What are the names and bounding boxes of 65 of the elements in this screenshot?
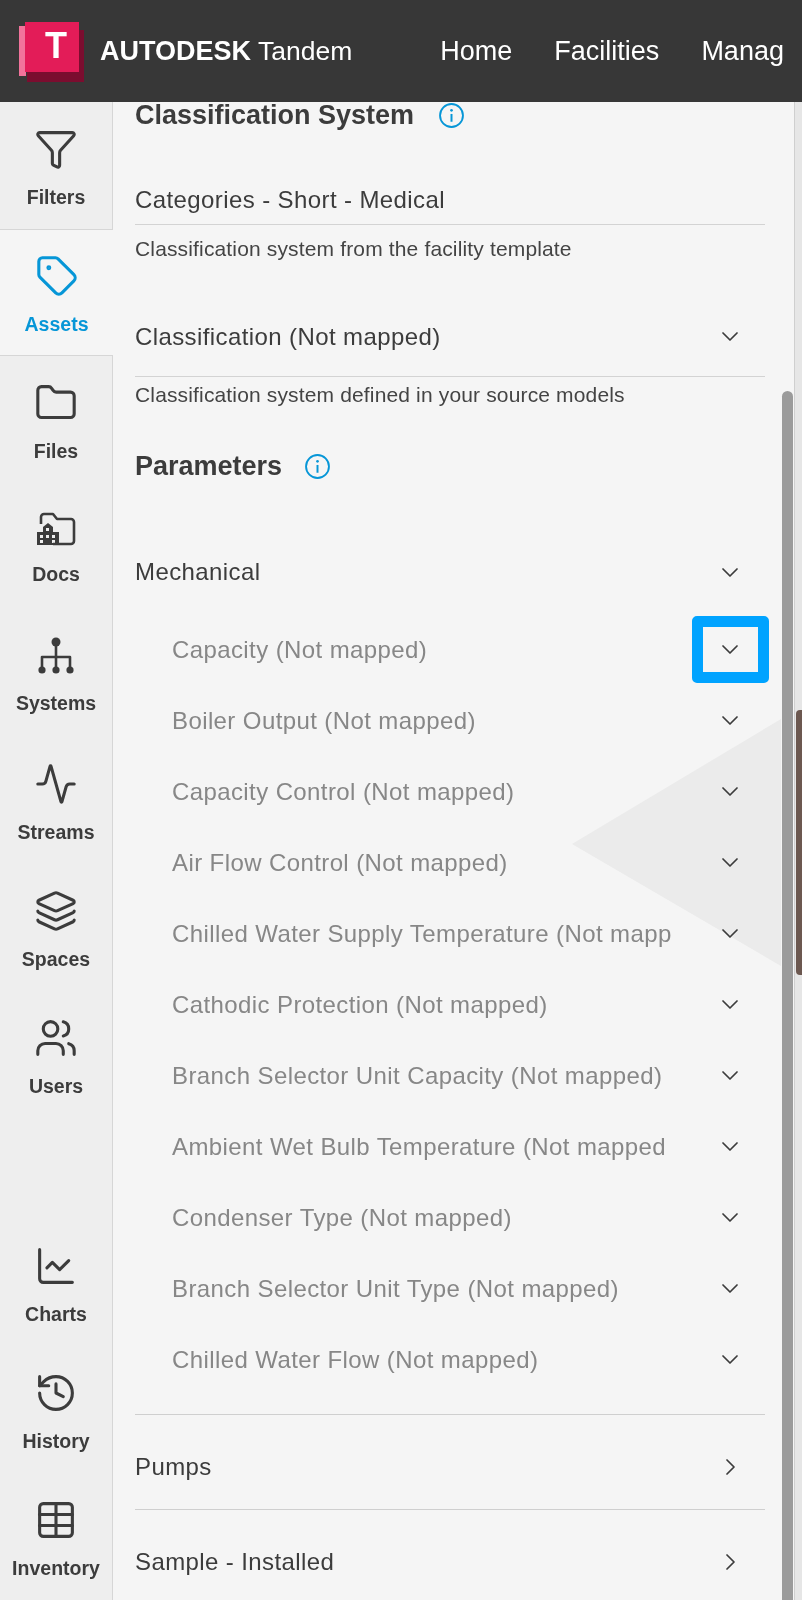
select-field[interactable]: Classification (Not mapped) [135,297,765,377]
field-hint: Classification system from the facility template [135,237,573,261]
scrollbar-thumb[interactable] [782,391,793,1600]
section-title: Parameters [135,450,283,483]
parameter-label: Chilled Water Supply Temperature (Not mapp [172,918,672,949]
field-hint: Classification system defined in your source models [135,383,626,407]
parameter-label: Ambient Wet Bulb Temperature (Not mapped [172,1131,667,1162]
folder-building-icon [36,510,76,546]
parameter-label: Boiler Output (Not mapped) [172,705,476,736]
hierarchy-icon [37,637,75,675]
text-field[interactable]: Categories - Short - Medical [135,175,765,225]
chevron-down-icon [722,1284,738,1293]
chevron-down-icon [722,1142,738,1151]
sidebar-tab[interactable]: Users [0,991,112,1118]
sidebar-tab[interactable]: Spaces [0,864,112,991]
sidebar-tab[interactable]: Charts [0,1219,112,1346]
info-icon[interactable] [439,102,465,128]
sidebar-tab[interactable]: History [0,1346,112,1473]
parameter-label: Condenser Type (Not mapped) [172,1202,512,1233]
parameter-label: Branch Selector Unit Capacity (Not mapped) [172,1060,663,1091]
pulse-icon [36,764,76,804]
sidebar-tab[interactable]: Filters [0,102,112,229]
parameter-label: Cathodic Protection (Not mapped) [172,989,548,1020]
chevron-down-icon [722,1355,738,1364]
chevron-down-icon [722,645,738,654]
table-icon [36,1500,76,1540]
parameter-label: Capacity (Not mapped) [172,634,428,665]
parameter-label: Chilled Water Flow (Not mapped) [172,1344,539,1375]
nav-link[interactable]: Manag [701,34,784,68]
sidebar-tab[interactable]: Systems [0,610,112,737]
chevron-down-icon [722,1071,738,1080]
nav-link[interactable]: Facilities [554,34,660,68]
app-logo: T [19,22,84,82]
chevron-down-icon [722,716,738,725]
chevron-down-icon [722,1000,738,1009]
nav-link[interactable]: Home [440,34,513,68]
group-title: Mechanical [135,557,261,587]
chevron-right-icon [725,1554,735,1570]
parameter-label: Capacity Control (Not mapped) [172,776,515,807]
chevron-down-icon [722,567,738,577]
layers-icon [36,891,76,931]
section-title: Classification System [135,102,415,128]
chevron-down-icon [722,858,738,867]
chevron-down-icon [722,929,738,938]
sidebar-tab[interactable]: Docs [0,483,112,610]
history-icon [36,1373,76,1413]
dropdown-button[interactable] [691,616,769,683]
tag-icon [36,256,77,296]
parameter-label: Branch Selector Unit Type (Not mapped) [172,1273,619,1304]
sidebar-tab[interactable]: Streams [0,737,112,864]
chevron-down-icon [722,1213,738,1222]
sidebar-tab[interactable]: Inventory [0,1473,112,1600]
line-chart-icon [36,1246,76,1286]
funnel-icon [36,129,76,169]
chevron-down-icon [722,332,738,341]
sidebar-tab[interactable]: Files [0,356,112,483]
users-icon [36,1018,76,1058]
parameter-label: Air Flow Control (Not mapped) [172,847,508,878]
info-icon[interactable] [305,453,331,479]
product-name: Tandem [258,35,353,67]
group-title: Sample - Installed [135,1547,335,1577]
group-title: Pumps [135,1452,212,1482]
brand-wordmark: AUTODESK [100,35,252,67]
chevron-down-icon [722,787,738,796]
chevron-right-icon [725,1459,735,1475]
